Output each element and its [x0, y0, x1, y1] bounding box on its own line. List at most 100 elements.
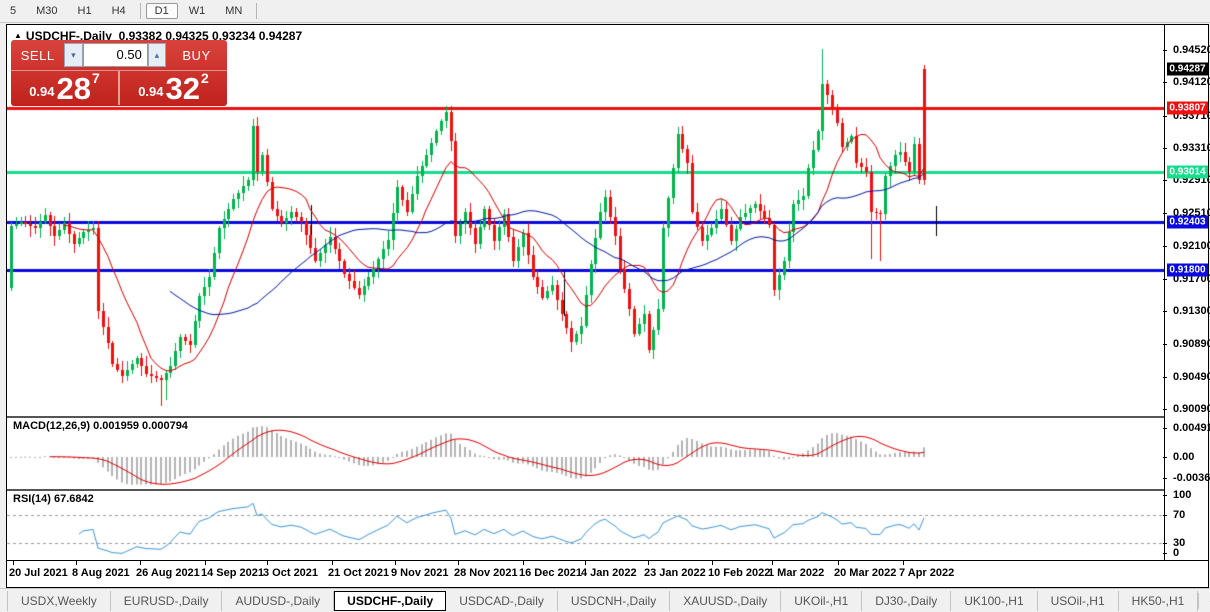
chart-window: ▲USDCHF-,Daily 0.93382 0.94325 0.93234 0…: [6, 24, 1209, 588]
sell-price-pips: 28: [57, 75, 91, 103]
axis-tick: [1163, 50, 1167, 51]
sell-button[interactable]: SELL: [11, 48, 64, 63]
date-axis-label: 4 Jan 2022: [581, 567, 637, 579]
timeframe-button-m30[interactable]: M30: [27, 3, 66, 19]
current-price-badge: 0.94287: [1167, 63, 1208, 76]
chart-tab-dj30-daily[interactable]: DJ30-,Daily: [862, 591, 951, 611]
axis-tick: [1163, 553, 1167, 554]
date-axis-label: 10 Feb 2022: [708, 567, 770, 579]
level-price-badge: 0.92403: [1167, 216, 1208, 229]
date-axis-tick: [332, 561, 333, 565]
date-axis-label: 14 Sep 2021: [201, 567, 264, 579]
price-axis-label: 0.90890: [1173, 338, 1210, 350]
date-axis-label: 7 Apr 2022: [899, 567, 954, 579]
date-axis[interactable]: 20 Jul 2021 8 Aug 2021 26 Aug 202114 Sep 2…: [7, 561, 1164, 587]
chart-tab-xauusd-daily[interactable]: XAUUSD-,Daily: [670, 591, 781, 611]
buy-button[interactable]: BUY: [166, 48, 227, 63]
chart-tab-usdchf-daily[interactable]: USDCHF-,Daily: [334, 591, 446, 611]
timeframe-button-d1[interactable]: D1: [146, 3, 178, 19]
one-click-trading-panel: SELL ▾ 0.50 ▴ BUY 0.94 28 7 0.94 32 2: [11, 40, 227, 106]
axis-tick: [1163, 344, 1167, 345]
date-axis-label: 8 Aug 2021: [72, 567, 130, 579]
rsi-value: 67.6842: [54, 493, 94, 505]
chart-tab-eurusd-daily[interactable]: EURUSD-,Daily: [111, 591, 223, 611]
axis-tick: [1163, 311, 1167, 312]
chart-tab-usdx-weekly[interactable]: USDX,Weekly: [7, 591, 111, 611]
buy-price-point: 2: [201, 73, 209, 83]
date-axis-tick: [205, 561, 206, 565]
date-axis-tick: [585, 561, 586, 565]
price-axis-label: 0.90490: [1173, 371, 1210, 383]
axis-tick: [1163, 543, 1167, 544]
date-axis-tick: [267, 561, 268, 565]
timeframe-button-5[interactable]: 5: [1, 3, 25, 19]
level-price-badge: 0.93014: [1167, 166, 1208, 179]
date-axis-tick: [140, 561, 141, 565]
chart-tab-hk50-h1[interactable]: HK50-,H1: [1119, 591, 1199, 611]
date-axis-tick: [712, 561, 713, 565]
sell-price-button[interactable]: 0.94 28 7: [11, 71, 120, 105]
mt4-workspace: 5M30H1H4 D1W1MN ▲USDCHF-,Daily 0.93382 0.…: [0, 0, 1210, 612]
date-axis-tick: [458, 561, 459, 565]
timeframe-button-mn[interactable]: MN: [216, 3, 251, 19]
rsi-axis-label: 0: [1173, 547, 1179, 559]
sell-price-point: 7: [92, 73, 100, 83]
date-axis-label: 16 Dec 2021: [519, 567, 582, 579]
date-axis-label: 26 Aug 2021: [136, 567, 200, 579]
timeframe-button-h4[interactable]: H4: [103, 3, 135, 19]
axis-tick: [1163, 180, 1167, 181]
date-axis-label: 23 Jan 2022: [644, 567, 706, 579]
chart-tab-audusd-daily[interactable]: AUDUSD-,Daily: [222, 591, 334, 611]
rsi-panel-divider[interactable]: [7, 489, 1208, 491]
chart-tab-usdcnh-daily[interactable]: USDCNH-,Daily: [558, 591, 670, 611]
date-axis-label: 28 Nov 2021: [454, 567, 518, 579]
volume-increase-button[interactable]: ▴: [148, 43, 166, 67]
macd-axis-label: 0.004913: [1173, 422, 1210, 434]
buy-price-pips: 32: [166, 75, 200, 103]
sell-price-prefix: 0.94: [29, 81, 54, 103]
date-axis-tick: [76, 561, 77, 565]
date-axis-tick: [772, 561, 773, 565]
macd-indicator-label: MACD(12,26,9) 0.001959 0.000794: [13, 420, 188, 432]
chart-tab-ukoil-h1[interactable]: UKOil-,H1: [781, 591, 862, 611]
level-price-badge: 0.93807: [1167, 102, 1208, 115]
price-axis-label: 0.94520: [1173, 44, 1210, 56]
chart-tab-usoil-h1[interactable]: USOil-,H1: [1038, 591, 1119, 611]
level-price-badge: 0.91800: [1167, 264, 1208, 277]
timeframe-button-h1[interactable]: H1: [69, 3, 101, 19]
price-axis-label: 0.93310: [1173, 142, 1210, 154]
timeframe-toolbar: 5M30H1H4 D1W1MN: [0, 0, 1210, 23]
axis-tick: [1163, 377, 1167, 378]
buy-price-prefix: 0.94: [138, 81, 163, 103]
date-axis-label: 1 Mar 2022: [768, 567, 824, 579]
axis-tick: [1163, 246, 1167, 247]
price-axis-label: 0.90090: [1173, 403, 1210, 415]
axis-tick: [1163, 478, 1167, 479]
price-axis-label: 0.92100: [1173, 240, 1210, 252]
macd-axis-label: -0.003614: [1173, 472, 1210, 484]
axis-tick: [1163, 409, 1167, 410]
buy-price-button[interactable]: 0.94 32 2: [120, 71, 227, 105]
date-axis-tick: [838, 561, 839, 565]
date-axis-tick: [648, 561, 649, 565]
axis-tick: [1163, 457, 1167, 458]
price-axis-label: 0.94120: [1173, 76, 1210, 88]
timeframe-button-w1[interactable]: W1: [180, 3, 215, 19]
axis-tick: [1163, 213, 1167, 214]
macd-main-value: 0.001959: [93, 420, 139, 432]
tab-scroll-controls: ◂▸: [1198, 593, 1210, 609]
macd-signal-value: 0.000794: [142, 420, 188, 432]
volume-input[interactable]: 0.50: [83, 43, 148, 67]
date-axis-label: 3 Oct 2021: [263, 567, 318, 579]
axis-tick: [1163, 82, 1167, 83]
chart-tab-usdcad-daily[interactable]: USDCAD-,Daily: [446, 591, 558, 611]
chart-tab-uk100-h1[interactable]: UK100-,H1: [951, 591, 1037, 611]
macd-panel-divider[interactable]: [7, 416, 1208, 418]
volume-decrease-button[interactable]: ▾: [64, 43, 82, 67]
date-axis-label: 20 Jul 2021: [9, 567, 68, 579]
collapse-chart-icon[interactable]: ▲: [14, 31, 22, 40]
date-axis-tick: [395, 561, 396, 565]
price-axis[interactable]: 0.945200.941200.937100.933100.929100.925…: [1165, 25, 1208, 560]
rsi-axis-label: 100: [1173, 489, 1191, 501]
axis-tick: [1163, 515, 1167, 516]
